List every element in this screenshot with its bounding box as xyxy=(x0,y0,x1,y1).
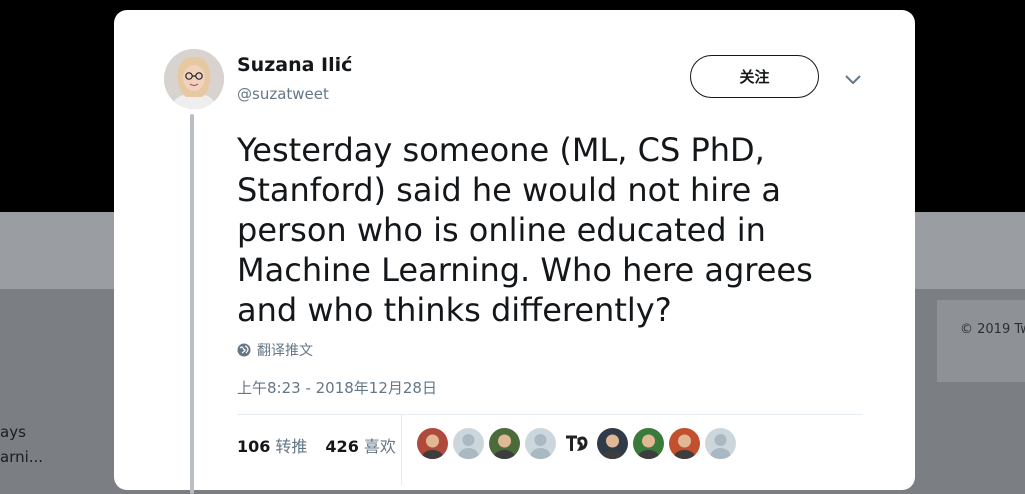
likes-count: 426 xyxy=(325,437,359,456)
translate-tweet-link[interactable]: 翻译推文 xyxy=(237,340,313,360)
liker-avatar[interactable] xyxy=(669,428,700,459)
stats-vertical-divider xyxy=(401,415,402,485)
liker-avatar[interactable] xyxy=(417,428,448,459)
user-avatar-icon xyxy=(489,428,520,459)
liker-avatar[interactable] xyxy=(597,428,628,459)
retweets-stat[interactable]: 106 转推 xyxy=(237,433,307,457)
liker-avatar[interactable] xyxy=(561,428,592,459)
liker-avatar[interactable] xyxy=(705,428,736,459)
default-avatar-icon xyxy=(705,428,736,459)
liker-avatar[interactable] xyxy=(633,428,664,459)
translate-label: 翻译推文 xyxy=(257,343,313,359)
likes-label: 喜欢 xyxy=(363,437,396,456)
background-left-line-2: arni... xyxy=(0,448,44,466)
user-avatar-icon xyxy=(597,428,628,459)
user-avatar-icon xyxy=(417,428,448,459)
logo-avatar-icon xyxy=(561,428,592,459)
default-avatar-icon xyxy=(453,428,484,459)
thread-line xyxy=(190,114,194,494)
tweet-text: Yesterday someone (ML, CS PhD, Stanford)… xyxy=(237,131,813,329)
follow-button[interactable]: 关注 xyxy=(690,55,819,98)
copyright-text: © 2019 Tw xyxy=(960,322,1025,337)
globe-icon xyxy=(237,343,251,357)
likes-stat[interactable]: 426 喜欢 xyxy=(325,433,395,457)
footer-copyright-card: © 2019 Tw xyxy=(937,300,1025,382)
retweets-label: 转推 xyxy=(275,437,308,456)
user-avatar-icon xyxy=(633,428,664,459)
tweet-stats: 106 转推 426 喜欢 xyxy=(237,433,396,457)
retweets-count: 106 xyxy=(237,437,271,456)
stats-divider xyxy=(237,414,863,415)
liker-avatar[interactable] xyxy=(525,428,556,459)
liker-avatar[interactable] xyxy=(489,428,520,459)
default-avatar-icon xyxy=(525,428,556,459)
author-handle[interactable]: @suzatweet xyxy=(237,85,329,103)
tweet-modal: Suzana Ilić @suzatweet 关注 Yesterday some… xyxy=(114,10,915,494)
author-name[interactable]: Suzana Ilić xyxy=(237,54,352,76)
background-left-text: ays arni... xyxy=(0,420,43,470)
likers-avatars xyxy=(417,428,736,459)
author-photo-icon xyxy=(164,49,224,109)
author-avatar[interactable] xyxy=(164,49,224,109)
tweet-timestamp[interactable]: 上午8:23 - 2018年12月28日 xyxy=(237,377,437,398)
user-avatar-icon xyxy=(669,428,700,459)
liker-avatar[interactable] xyxy=(453,428,484,459)
chevron-down-icon[interactable] xyxy=(844,72,862,86)
background-left-line-1: ays xyxy=(0,423,26,441)
